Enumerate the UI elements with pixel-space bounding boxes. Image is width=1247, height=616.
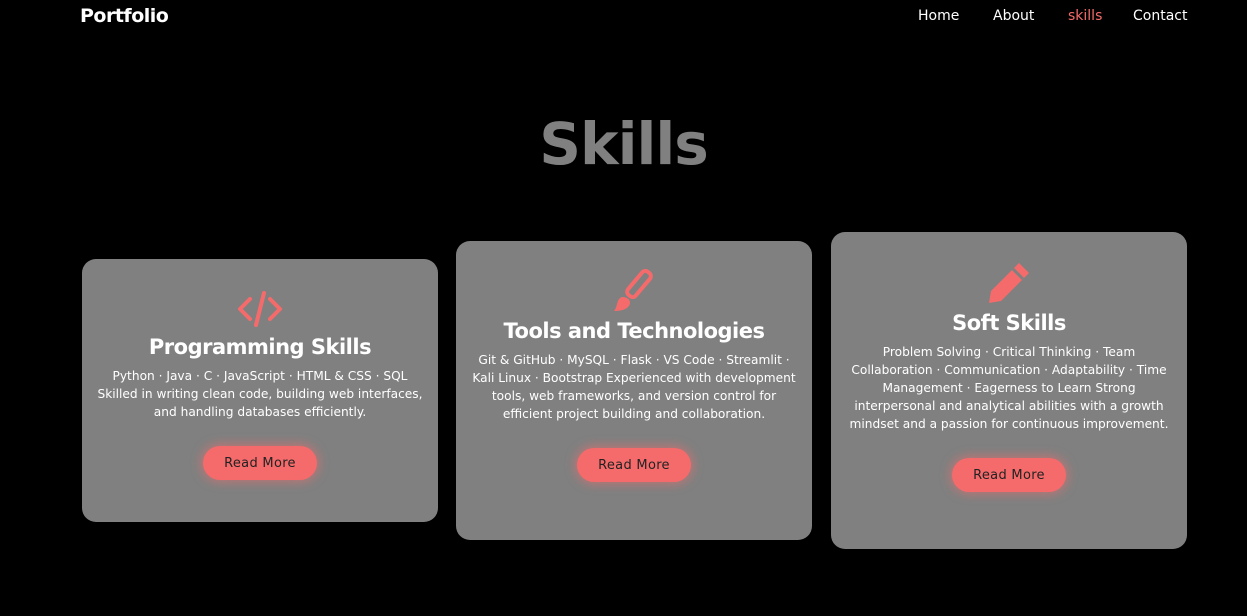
logo[interactable]: Portfolio [80,5,169,27]
skill-card-programming: Programming Skills Python · Java · C · J… [82,259,438,522]
card-description: Python · Java · C · JavaScript · HTML & … [97,369,423,419]
nav-link-about[interactable]: About [993,8,1034,24]
card-title: Tools and Technologies [503,319,765,343]
nav-link-skills[interactable]: skills [1068,8,1102,24]
navbar: Portfolio Home About skills Contact [0,0,1247,34]
paintbrush-icon [614,268,653,311]
pencil-icon [989,263,1029,303]
nav-link-home[interactable]: Home [918,8,959,24]
card-title: Soft Skills [952,311,1066,335]
code-icon [238,291,282,327]
read-more-button[interactable]: Read More [203,446,317,480]
card-description: Problem Solving · Critical Thinking · Te… [849,345,1169,431]
skill-card-soft: Soft Skills Problem Solving · Critical T… [831,232,1187,549]
read-more-button[interactable]: Read More [577,448,691,482]
read-more-button[interactable]: Read More [952,458,1066,492]
section-title: Skills [539,110,709,178]
nav-link-contact[interactable]: Contact [1133,8,1187,24]
card-title: Programming Skills [148,335,372,359]
card-description: Git & GitHub · MySQL · Flask · VS Code ·… [472,353,796,421]
skill-card-tools: Tools and Technologies Git & GitHub · My… [456,241,812,540]
